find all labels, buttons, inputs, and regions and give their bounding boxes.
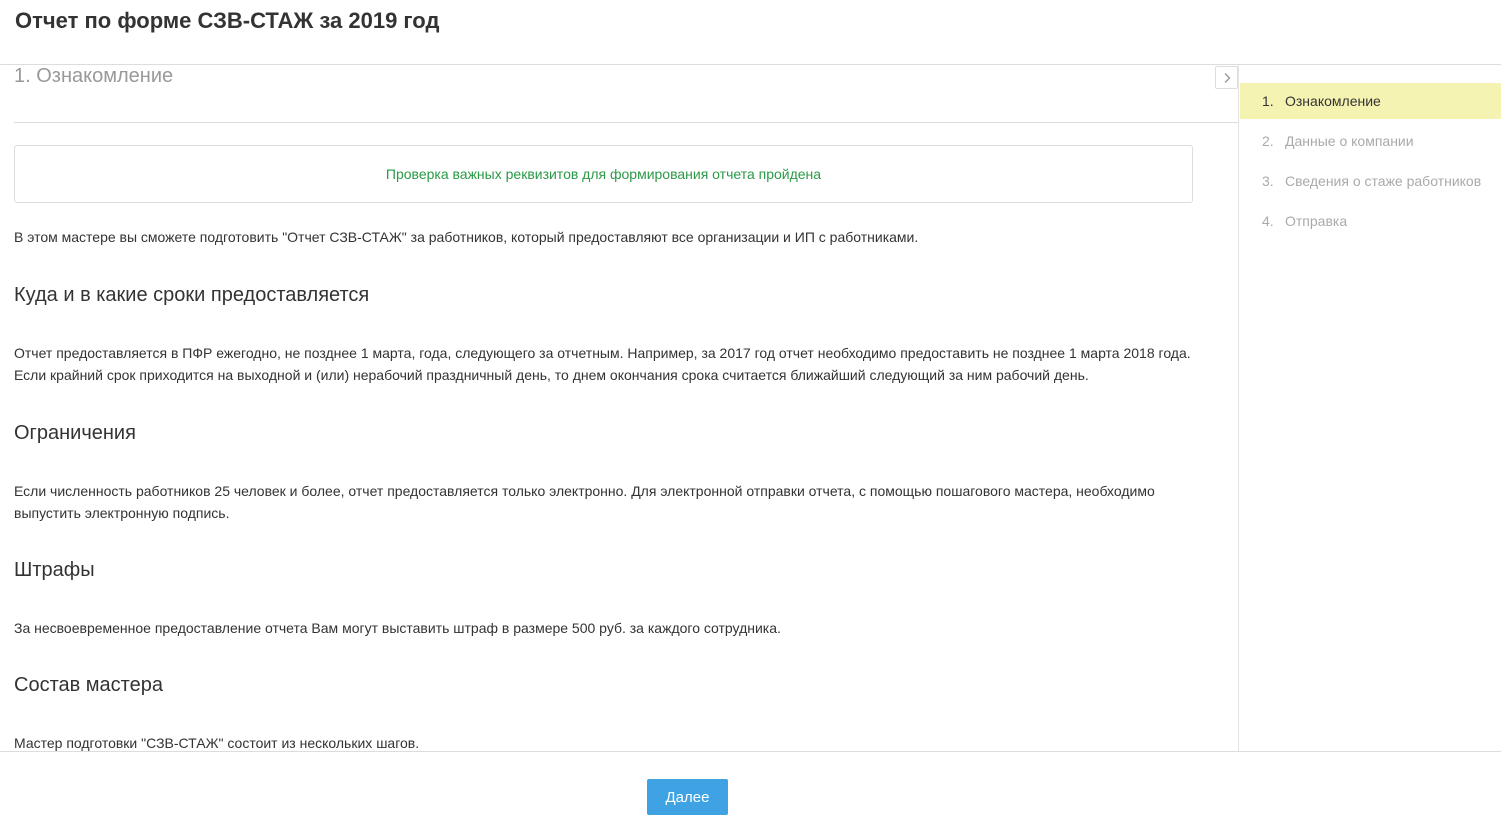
main-panel: 1. Ознакомление Проверка важных реквизит… [0, 65, 1238, 751]
step-number: 3. [1262, 173, 1274, 189]
section-heading-restrictions: Ограничения [14, 422, 136, 444]
section-text-fines: За несвоевременное предоставление отчета… [14, 620, 781, 636]
step-divider [14, 122, 1238, 123]
steps-sidebar: 1. Ознакомление 2. Данные о компании 3. … [1238, 65, 1501, 751]
step-label: Сведения о стаже работников [1285, 173, 1482, 189]
content-area: В этом мастере вы сможете подготовить "О… [14, 226, 1214, 751]
section-heading-wizard: Состав мастера [14, 674, 163, 696]
step-item-company-data[interactable]: 2. Данные о компании [1240, 123, 1501, 159]
section-text-wizard: Мастер подготовки "СЗВ-СТАЖ" состоит из … [14, 735, 420, 751]
step-label: Ознакомление [1285, 93, 1381, 109]
step-label: Данные о компании [1285, 133, 1414, 149]
footer-divider [0, 751, 1501, 752]
sidebar-toggle-button[interactable] [1215, 66, 1238, 89]
step-number: 4. [1262, 213, 1274, 229]
step-title: 1. Ознакомление [14, 65, 174, 87]
chevron-right-icon [1224, 72, 1230, 83]
validation-message: Проверка важных реквизитов для формирова… [385, 166, 822, 182]
step-item-employee-experience[interactable]: 3. Сведения о стаже работников [1240, 163, 1501, 199]
section-heading-deadlines: Куда и в какие сроки предоставляется [14, 284, 370, 306]
step-item-introduction[interactable]: 1. Ознакомление [1240, 83, 1501, 119]
step-list: 1. Ознакомление 2. Данные о компании 3. … [1240, 83, 1501, 243]
validation-status-box: Проверка важных реквизитов для формирова… [14, 145, 1193, 203]
section-text-deadlines: Отчет предоставляется в ПФР ежегодно, не… [14, 345, 1191, 383]
intro-text: В этом мастере вы сможете подготовить "О… [14, 229, 919, 245]
section-text-restrictions: Если численность работников 25 человек и… [14, 483, 1155, 521]
step-number: 2. [1262, 133, 1274, 149]
step-number: 1. [1262, 93, 1274, 109]
step-item-sending[interactable]: 4. Отправка [1240, 203, 1501, 239]
next-button[interactable]: Далее [647, 779, 728, 815]
section-heading-fines: Штрафы [14, 559, 95, 581]
page-title: Отчет по форме СЗВ-СТАЖ за 2019 год [15, 8, 440, 33]
step-label: Отправка [1285, 213, 1348, 229]
